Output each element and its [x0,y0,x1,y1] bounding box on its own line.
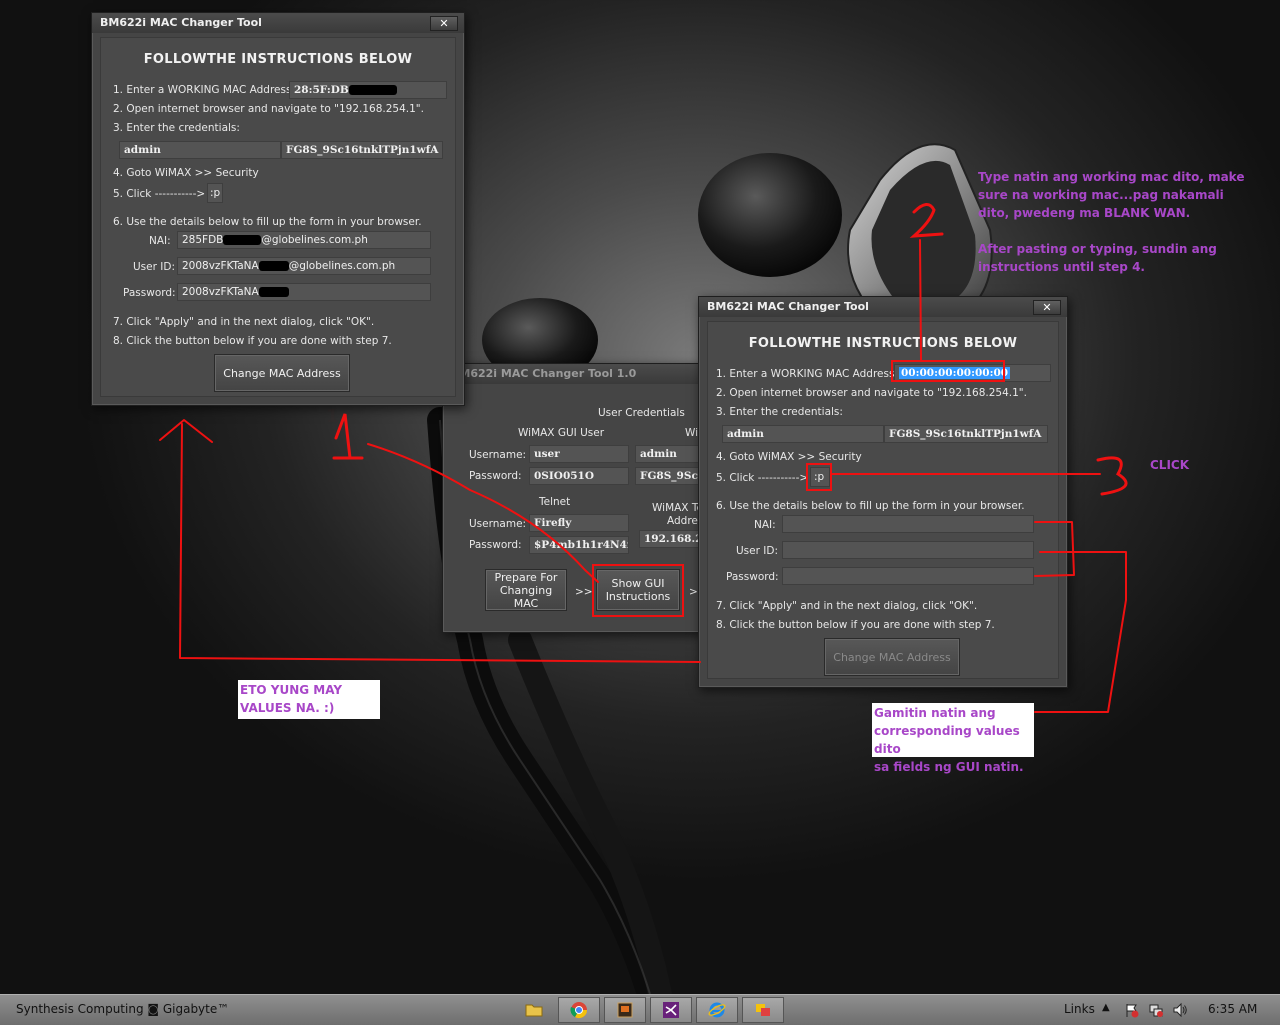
chevron-up-icon[interactable]: ▲ [1102,1002,1110,1013]
note-values: ETO YUNG MAY VALUES NA. :) [238,680,380,719]
taskbar-app-button[interactable] [604,997,646,1023]
taskbar-visual-studio-button[interactable] [650,997,692,1023]
line-to-mac-field [919,239,922,361]
note-click: CLICK [1150,458,1190,472]
window-icon [756,1004,770,1016]
annotation-number-3: 3 [1100,458,1113,476]
bracket-fields [1034,521,1075,577]
clock[interactable]: 6:35 AM [1208,1002,1257,1016]
taskbar: Synthesis Computing ◙ Gigabyte™ Links ▲ … [0,994,1280,1025]
taskbar-ie-button[interactable] [696,997,738,1023]
annotation-strokes [159,203,1128,713]
note-gamitin: Gamitin natin ang corresponding values d… [872,703,1034,774]
speaker-icon[interactable] [1172,1002,1188,1018]
highlight-click-field [806,463,832,491]
action-center-flag-icon[interactable] [1124,1002,1140,1018]
curve-to-show-gui [367,443,599,583]
taskbar-brand: Synthesis Computing ◙ Gigabyte™ [16,1002,230,1016]
note-after-pasting: After pasting or typing, sundin ang inst… [978,242,1217,274]
highlight-show-gui-button [592,564,684,617]
annotation-number-1: 1 [326,408,339,426]
taskbar-chrome-button[interactable] [558,997,600,1023]
chrome-icon [570,1002,588,1019]
internet-explorer-icon [708,1002,726,1018]
folder-icon [525,1004,543,1017]
taskbar-mac-changer-button[interactable] [742,997,784,1023]
links-toolbar[interactable]: Links [1064,1002,1095,1016]
network-icon[interactable] [1148,1002,1164,1018]
application-icon [617,1002,633,1018]
highlight-mac-field [891,360,1005,382]
visual-studio-icon [663,1002,679,1018]
arrow-to-filled-window [159,419,701,663]
note-type-mac: Type natin ang working mac dito, make su… [978,170,1245,220]
annotation-number-2: 2 [910,200,923,218]
taskbar-explorer-button[interactable] [513,997,555,1023]
